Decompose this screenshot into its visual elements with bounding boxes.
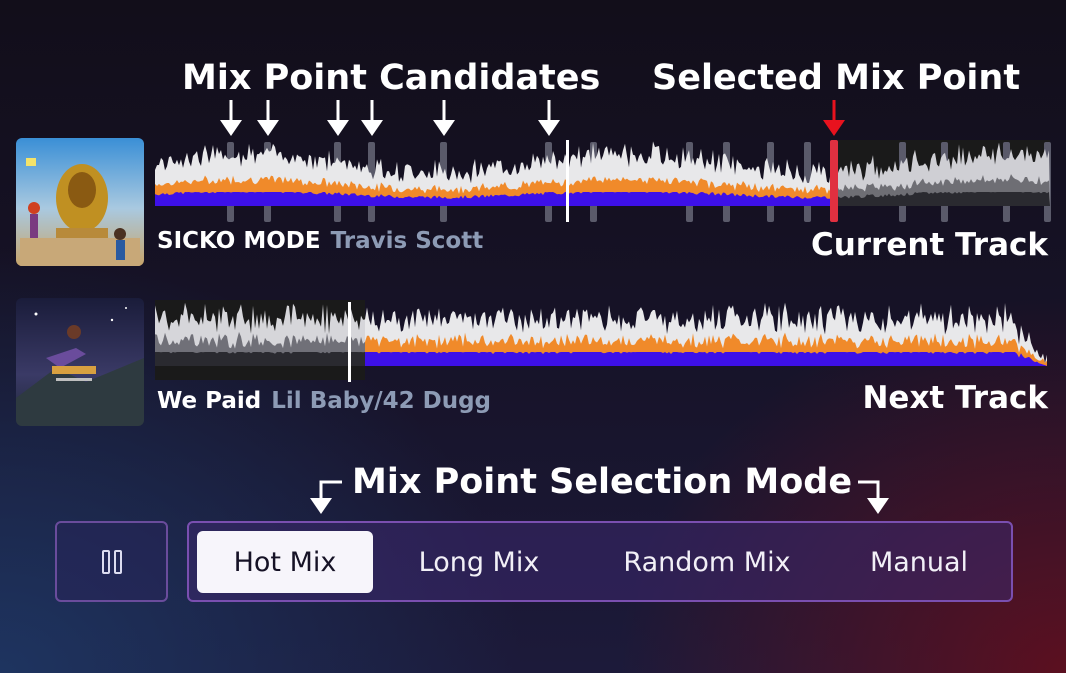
pause-button[interactable] xyxy=(55,521,168,602)
playhead xyxy=(566,140,569,222)
arrow-down-icon xyxy=(538,100,560,136)
current-track-artist: Travis Scott xyxy=(330,228,484,254)
selected-arrow-icon xyxy=(823,100,845,136)
album-art-icon xyxy=(16,298,144,426)
next-track-waveform[interactable] xyxy=(155,298,1055,383)
pause-icon xyxy=(101,549,110,574)
arrow-down-icon xyxy=(361,100,383,136)
playhead xyxy=(348,302,351,382)
arrow-down-icon xyxy=(220,100,242,136)
current-track-title: SICKO MODE xyxy=(157,228,321,254)
mode-hot-mix[interactable]: Hot Mix xyxy=(197,531,373,593)
next-track-info: We Paid Lil Baby/42 Dugg xyxy=(157,388,491,414)
current-album-cover xyxy=(16,138,144,266)
next-track-label: Next Track xyxy=(862,380,1048,416)
mode-long-mix[interactable]: Long Mix xyxy=(389,531,569,593)
candidate-arrows xyxy=(220,100,845,136)
next-album-cover xyxy=(16,298,144,426)
bent-arrow-right-icon xyxy=(858,480,889,514)
arrow-down-icon xyxy=(257,100,279,136)
bent-arrow-left-icon xyxy=(310,480,342,514)
album-art-icon xyxy=(16,138,144,266)
selected-mix-point-marker xyxy=(830,140,838,222)
current-track-waveform[interactable] xyxy=(155,138,1055,228)
mode-random-mix[interactable]: Random Mix xyxy=(597,531,817,593)
mode-manual[interactable]: Manual xyxy=(839,531,999,593)
next-track-title: We Paid xyxy=(157,388,262,414)
next-track-artist: Lil Baby/42 Dugg xyxy=(271,388,492,414)
mix-mode-selector: Hot Mix Long Mix Random Mix Manual xyxy=(187,521,1013,602)
current-track-label: Current Track xyxy=(810,227,1048,263)
arrow-down-icon xyxy=(433,100,455,136)
current-track-info: SICKO MODE Travis Scott xyxy=(157,228,483,254)
arrow-down-icon xyxy=(327,100,349,136)
